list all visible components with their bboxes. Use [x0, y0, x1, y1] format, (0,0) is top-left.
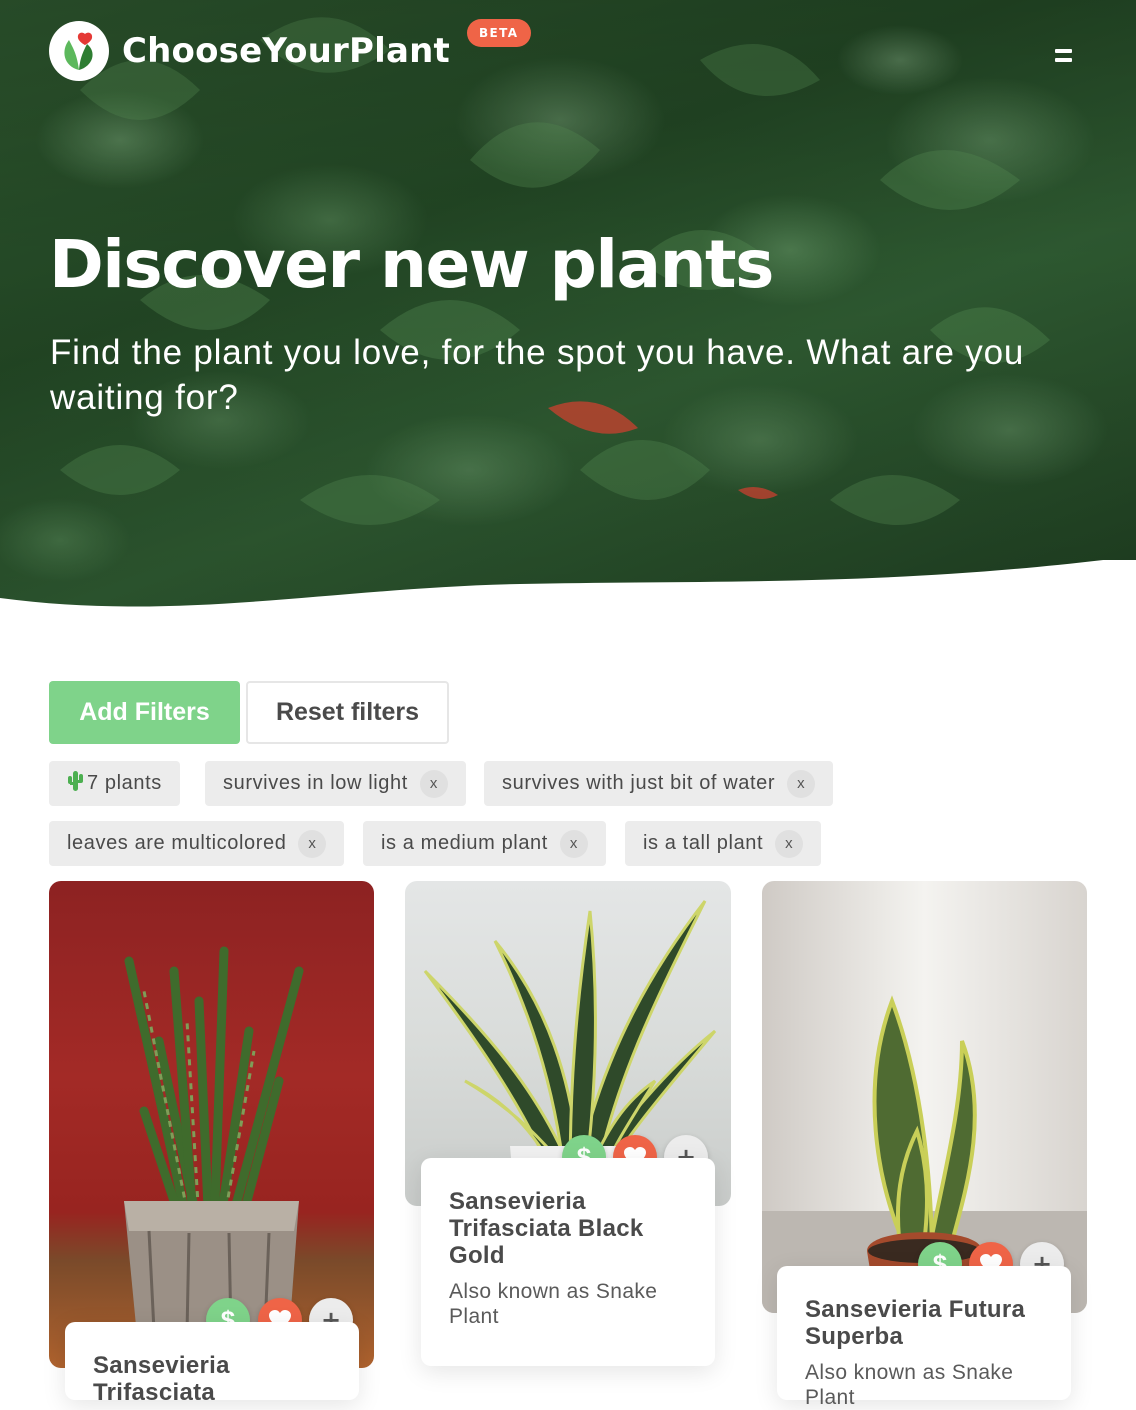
filter-chip-label: survives with just bit of water: [502, 772, 776, 794]
hero-wave: [0, 560, 1136, 640]
logo-icon: [49, 21, 109, 81]
plant-count-label: 7 plants: [87, 772, 162, 794]
menu-icon[interactable]: [1050, 44, 1076, 66]
remove-filter-button[interactable]: x: [559, 829, 588, 858]
plant-card-info[interactable]: Sansevieria Trifasciata Black Gold Also …: [421, 1158, 715, 1366]
hero-banner: ChooseYourPlant BETA Discover new plants…: [0, 0, 1136, 640]
filter-chip: is a medium plant x: [363, 821, 606, 866]
plant-title: Sansevieria Futura Superba: [805, 1296, 1026, 1350]
brand-name: ChooseYourPlant: [122, 31, 450, 71]
filter-chip: survives in low light x: [205, 761, 466, 806]
filter-chip-label: is a medium plant: [381, 832, 548, 854]
filter-chip: survives with just bit of water x: [484, 761, 834, 806]
hero-title: Discover new plants: [49, 226, 774, 303]
plant-image[interactable]: [49, 881, 374, 1368]
plant-aka: Also known as Snake Plant: [805, 1361, 1014, 1409]
plant-title: Sansevieria Trifasciata: [93, 1352, 230, 1406]
remove-filter-button[interactable]: x: [775, 829, 804, 858]
remove-filter-button[interactable]: x: [787, 769, 816, 798]
plant-aka: Also known as Snake Plant: [449, 1280, 658, 1328]
brand-logo[interactable]: ChooseYourPlant BETA: [49, 19, 531, 81]
reset-filters-button[interactable]: Reset filters: [246, 681, 449, 744]
filter-chip: is a tall plant x: [625, 821, 822, 866]
filter-chip-label: leaves are multicolored: [67, 832, 287, 854]
hero-subtitle: Find the plant you love, for the spot yo…: [50, 333, 1025, 417]
plant-card-info[interactable]: Sansevieria Trifasciata: [65, 1322, 359, 1406]
plant-title: Sansevieria Trifasciata Black Gold: [449, 1188, 644, 1269]
plant-card-info[interactable]: Sansevieria Futura Superba Also known as…: [777, 1266, 1071, 1409]
plant-count-chip: 7 plants: [49, 761, 180, 806]
cactus-icon: [67, 770, 83, 798]
beta-badge: BETA: [467, 19, 531, 47]
filter-chip-label: is a tall plant: [643, 832, 764, 854]
filter-chip-label: survives in low light: [223, 772, 408, 794]
remove-filter-button[interactable]: x: [298, 829, 327, 858]
remove-filter-button[interactable]: x: [419, 769, 448, 798]
add-filters-button[interactable]: Add Filters: [49, 681, 240, 744]
filter-chip: leaves are multicolored x: [49, 821, 345, 866]
